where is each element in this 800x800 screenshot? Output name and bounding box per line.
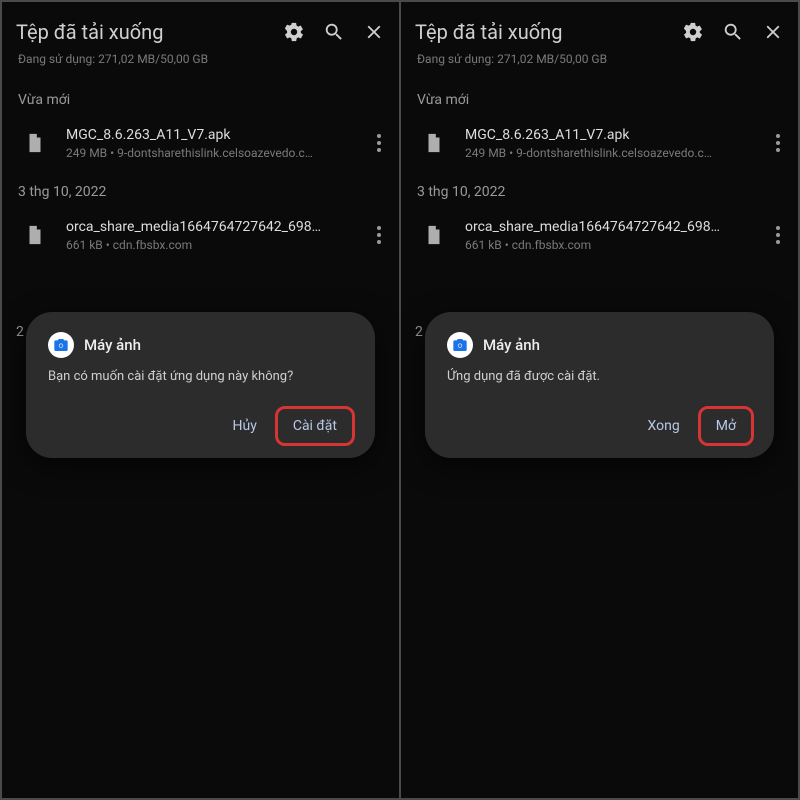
dialog-body: Bạn có muốn cài đặt ứng dụng này không? — [48, 368, 353, 386]
dialog-title: Máy ảnh — [483, 336, 540, 354]
close-icon[interactable] — [762, 21, 784, 43]
section-label-peek: 2 — [16, 324, 24, 340]
file-icon — [18, 126, 52, 160]
camera-icon — [48, 332, 74, 358]
section-label-peek: 2 — [415, 324, 423, 340]
file-row[interactable]: MGC_8.6.263_A11_V7.apk 249 MB • 9-dontsh… — [2, 116, 399, 170]
dialog-title: Máy ảnh — [84, 336, 141, 354]
file-meta: 661 kB • cdn.fbsbx.com — [465, 238, 764, 252]
installed-dialog: Máy ảnh Ứng dụng đã được cài đặt. Xong M… — [425, 312, 774, 458]
screenshot-right: Tệp đã tải xuống Đang sử dụng: 271,02 MB… — [401, 2, 798, 798]
search-icon[interactable] — [722, 21, 744, 43]
section-label-date: 3 thg 10, 2022 — [2, 170, 399, 208]
more-icon[interactable] — [365, 220, 393, 250]
open-button[interactable]: Mở — [700, 408, 752, 444]
more-icon[interactable] — [365, 128, 393, 158]
storage-usage: Đang sử dụng: 271,02 MB/50,00 GB — [2, 52, 399, 78]
more-icon[interactable] — [764, 128, 792, 158]
cancel-button[interactable]: Hủy — [216, 408, 272, 444]
install-button[interactable]: Cài đặt — [277, 408, 353, 444]
file-row[interactable]: MGC_8.6.263_A11_V7.apk 249 MB • 9-dontsh… — [401, 116, 798, 170]
gear-icon[interactable] — [283, 21, 305, 43]
page-title: Tệp đã tải xuống — [415, 20, 664, 44]
install-dialog: Máy ảnh Bạn có muốn cài đặt ứng dụng này… — [26, 312, 375, 458]
dialog-body: Ứng dụng đã được cài đặt. — [447, 368, 752, 386]
section-label-date: 3 thg 10, 2022 — [401, 170, 798, 208]
more-icon[interactable] — [764, 220, 792, 250]
file-meta: 249 MB • 9-dontsharethislink.celsoazeved… — [465, 146, 764, 160]
done-button[interactable]: Xong — [632, 408, 696, 444]
file-name: MGC_8.6.263_A11_V7.apk — [465, 127, 764, 143]
file-row[interactable]: orca_share_media1664764727642_698… 661 k… — [2, 208, 399, 262]
file-name: MGC_8.6.263_A11_V7.apk — [66, 127, 365, 143]
file-name: orca_share_media1664764727642_698… — [465, 219, 764, 235]
file-meta: 249 MB • 9-dontsharethislink.celsoazeved… — [66, 146, 365, 160]
search-icon[interactable] — [323, 21, 345, 43]
appbar: Tệp đã tải xuống — [2, 2, 399, 52]
camera-icon — [447, 332, 473, 358]
file-icon — [417, 218, 451, 252]
file-name: orca_share_media1664764727642_698… — [66, 219, 365, 235]
section-label-recent: Vừa mới — [401, 78, 798, 116]
storage-usage: Đang sử dụng: 271,02 MB/50,00 GB — [401, 52, 798, 78]
close-icon[interactable] — [363, 21, 385, 43]
section-label-recent: Vừa mới — [2, 78, 399, 116]
page-title: Tệp đã tải xuống — [16, 20, 265, 44]
appbar: Tệp đã tải xuống — [401, 2, 798, 52]
file-icon — [417, 126, 451, 160]
screenshot-left: Tệp đã tải xuống Đang sử dụng: 271,02 MB… — [2, 2, 399, 798]
file-icon — [18, 218, 52, 252]
gear-icon[interactable] — [682, 21, 704, 43]
file-row[interactable]: orca_share_media1664764727642_698… 661 k… — [401, 208, 798, 262]
file-meta: 661 kB • cdn.fbsbx.com — [66, 238, 365, 252]
